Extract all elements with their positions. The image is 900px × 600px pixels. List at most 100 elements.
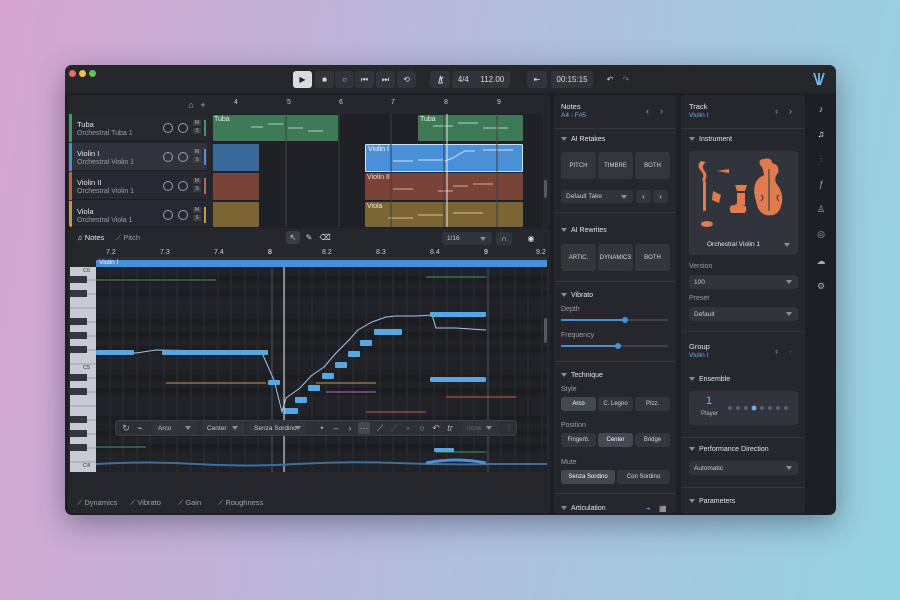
staccato-button[interactable]: • (316, 422, 328, 434)
tab-vibrato[interactable]: ⟋ Vibrato (130, 498, 161, 508)
section-vibrato[interactable]: Vibrato (561, 292, 593, 299)
gear-icon[interactable]: ⚙ (815, 280, 827, 292)
rewrite-both-button[interactable]: BOTH (635, 244, 670, 271)
mute-button[interactable]: M (193, 207, 201, 213)
grid-view-icon[interactable]: ▦ (659, 504, 667, 513)
mute-button[interactable]: M (193, 120, 201, 126)
editor-scrollbar[interactable] (544, 318, 547, 343)
return-button[interactable]: ⇤ (527, 71, 547, 88)
link-button[interactable]: ⌁ (134, 422, 146, 434)
retake-pitch-button[interactable]: PITCH (561, 152, 596, 179)
rewrite-artic-button[interactable]: ARTIC. (561, 244, 596, 271)
prev-track-button[interactable]: ‹ (775, 106, 778, 116)
pan-knob[interactable] (178, 210, 188, 220)
prev-note-button[interactable]: ‹ (646, 106, 649, 116)
quantize-select[interactable]: 1/16 (442, 232, 492, 245)
position-select[interactable]: Center (202, 422, 244, 434)
eye-icon[interactable]: ◎ (815, 228, 827, 240)
tempo-display[interactable]: 4/4 112.00 (452, 71, 510, 88)
record-button[interactable]: ○ (335, 71, 354, 88)
articulation-select[interactable]: Arco (153, 422, 197, 434)
play-button[interactable]: ▶ (293, 71, 312, 88)
stop-button[interactable]: ■ (315, 71, 334, 88)
tab-dynamics[interactable]: ⟋ Dynamics (77, 498, 117, 508)
depth-slider[interactable] (561, 317, 668, 323)
arrangement-scrollbar[interactable] (544, 180, 547, 198)
solo-button[interactable]: S (193, 157, 201, 163)
tab-notes[interactable]: ♫ Notes (77, 233, 104, 242)
section-ai-rewrites[interactable]: AI Rewrites (561, 227, 607, 234)
tab-roughness[interactable]: ⟋ Roughness (218, 498, 263, 508)
solo-button[interactable]: S (193, 128, 201, 134)
pan-knob[interactable] (178, 181, 188, 191)
magnet-button[interactable]: ∩ (496, 232, 512, 245)
stand-icon[interactable]: ♙ (815, 203, 827, 215)
trill-button[interactable]: tr (444, 422, 456, 434)
pencil-tool-button[interactable]: ✎ (302, 231, 316, 244)
prev-group-button[interactable]: ‹ (775, 346, 778, 356)
redo-button[interactable]: ↷ (619, 71, 633, 88)
ensemble-card[interactable]: 1 Player (689, 391, 798, 425)
mixer-icon[interactable]: ⫶ (815, 153, 827, 165)
retake-both-button[interactable]: BOTH (635, 152, 670, 179)
preset-select[interactable]: Default (689, 307, 798, 321)
arrangement-ruler[interactable]: 4 5 6 7 8 9 (213, 95, 543, 113)
close-window-button[interactable] (69, 70, 76, 77)
style-pizz-button[interactable]: Pizz. (635, 397, 670, 411)
mute-button[interactable]: M (193, 178, 201, 184)
zoom-window-button[interactable] (89, 70, 96, 77)
piano-keyboard[interactable]: C6 C5 C4 (70, 267, 96, 472)
position-bridge-button[interactable]: Bridge (635, 433, 670, 447)
harmonic-button[interactable]: ◦ (402, 422, 414, 434)
note[interactable] (434, 448, 454, 452)
pan-knob[interactable] (178, 152, 188, 162)
performance-select[interactable]: Automatic (689, 461, 798, 475)
section-articulation[interactable]: Articulation (561, 505, 606, 512)
next-track-button[interactable]: › (789, 106, 792, 116)
violin-icon[interactable]: ♪ (815, 103, 827, 115)
frequency-slider[interactable] (561, 343, 668, 349)
position-fingerboard-button[interactable]: Fingerb. (561, 433, 596, 447)
next-take-button[interactable]: › (653, 190, 668, 203)
editor-ruler[interactable]: 7.2 7.3 7.4 8 8.2 8.3 8.4 9 9.2 (96, 248, 547, 259)
pointer-tool-button[interactable]: ↖ (286, 231, 300, 244)
cloud-icon[interactable]: ☁ (815, 255, 827, 267)
note-grid[interactable] (96, 267, 547, 472)
section-parameters[interactable]: Parameters (689, 498, 735, 505)
tenuto-button[interactable]: – (330, 422, 342, 434)
next-group-button[interactable]: › (789, 346, 792, 356)
legato-button[interactable]: ⋯ (358, 422, 370, 434)
view-options-button[interactable]: ◉ (520, 232, 542, 245)
section-ensemble[interactable]: Ensemble (689, 376, 730, 383)
frequency-slider-thumb[interactable] (614, 343, 621, 349)
mute-senza-sordino-button[interactable]: Senza Sordino (561, 470, 615, 484)
section-instrument[interactable]: Instrument (689, 136, 732, 143)
section-performance-direction[interactable]: Performance Direction (689, 446, 769, 453)
fx-icon[interactable]: ƒ (815, 178, 827, 190)
retake-timbre-button[interactable]: TIMBRE (598, 152, 633, 179)
drag-handle-icon[interactable]: ⁞ (503, 422, 515, 434)
track-row-violin2[interactable]: Violin II Orchestral Violin 1 M S (69, 172, 207, 200)
solo-button[interactable]: S (193, 215, 201, 221)
metronome-button[interactable] (430, 71, 450, 88)
eraser-tool-button[interactable]: ⌫ (318, 231, 332, 244)
mute-button[interactable]: M (193, 149, 201, 155)
solo-button[interactable]: S (193, 186, 201, 192)
loop-button[interactable]: ⟲ (397, 71, 416, 88)
take-select[interactable]: Default Take (561, 190, 633, 203)
tab-pitch[interactable]: ⟋ Pitch (116, 233, 140, 243)
section-ai-retakes[interactable]: AI Retakes (561, 136, 605, 143)
pan-knob[interactable] (178, 123, 188, 133)
add-track-button[interactable]: + (197, 99, 209, 111)
articulation-link-icon[interactable]: ⌁ (646, 504, 651, 513)
instrument-card[interactable]: Orchestral Violin 1 (689, 151, 798, 255)
prev-take-button[interactable]: ‹ (636, 190, 651, 203)
minimize-window-button[interactable] (79, 70, 86, 77)
add-track-menu-button[interactable]: ⌂ (185, 99, 197, 111)
version-select[interactable]: 100 (689, 275, 798, 289)
forward-button[interactable]: ⏭ (376, 71, 395, 88)
rewind-button[interactable]: ⏮ (355, 71, 374, 88)
glissando-button[interactable]: ⟋ (388, 422, 400, 434)
bend-button[interactable]: ↶ (430, 422, 442, 434)
depth-slider-thumb[interactable] (622, 317, 629, 323)
